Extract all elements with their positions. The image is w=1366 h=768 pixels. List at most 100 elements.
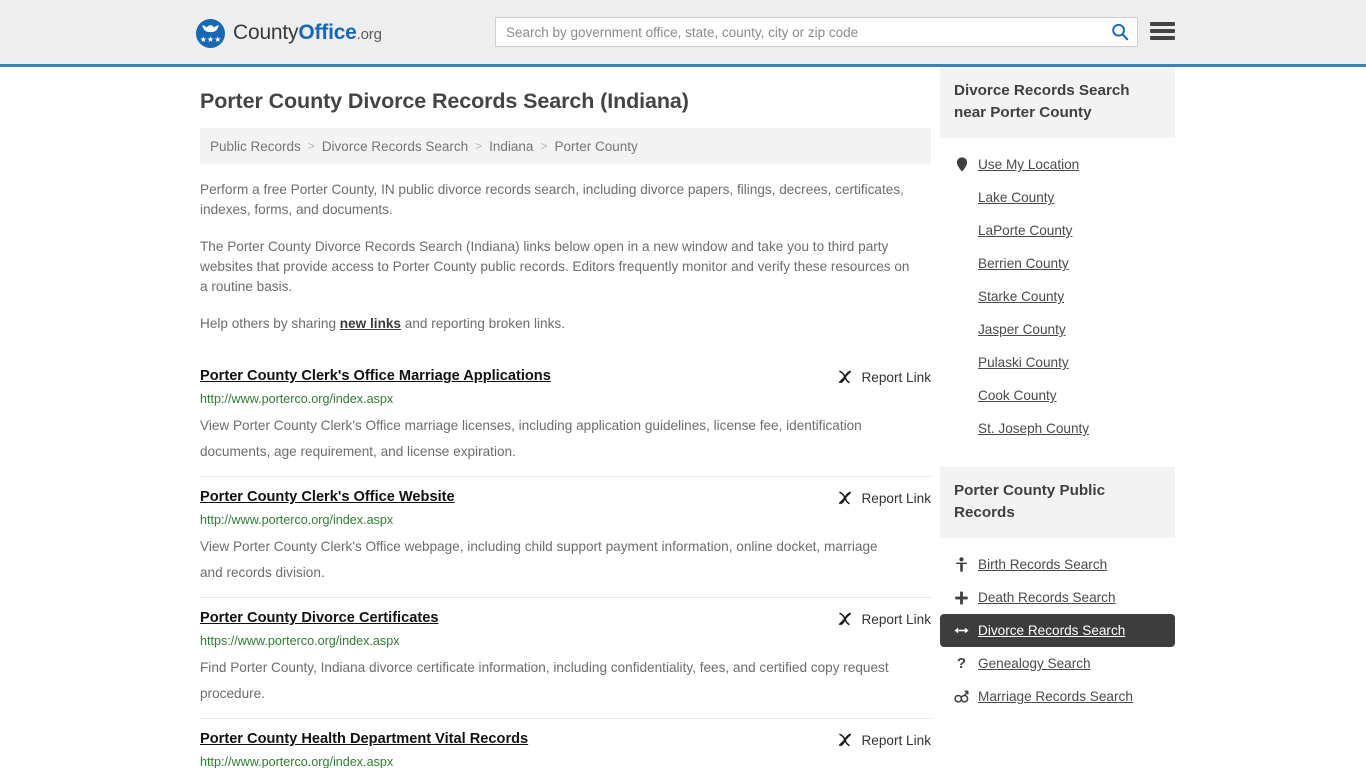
sidebar-record-item-label[interactable]: Birth Records Search (978, 557, 1107, 572)
question-mark-icon: ? (954, 656, 969, 671)
sidebar-nearby-item-label[interactable]: Use My Location (978, 157, 1079, 172)
left-right-arrow-icon (954, 625, 969, 636)
sidebar-nearby-item[interactable]: Cook County (940, 379, 1175, 412)
intro-p3-before: Help others by sharing (200, 316, 340, 331)
result-title-link[interactable]: Porter County Clerk's Office Website (200, 489, 455, 506)
breadcrumb: Public Records > Divorce Records Search … (200, 128, 931, 164)
report-link-button[interactable]: Report Link (837, 369, 931, 385)
baby-icon (954, 557, 969, 572)
map-pin-icon (954, 157, 969, 172)
search-icon (1112, 23, 1129, 41)
male-female-icon (954, 690, 969, 703)
sidebar-nearby-item[interactable]: Lake County (940, 181, 1175, 214)
result-description: View Porter County Clerk's Office marria… (200, 418, 862, 459)
content-container: Porter County Divorce Records Search (In… (191, 67, 1175, 768)
search-button[interactable] (1103, 18, 1137, 46)
result-header: Porter County Health Department Vital Re… (200, 731, 931, 748)
result-url[interactable]: http://www.porterco.org/index.aspx (200, 513, 931, 528)
hamburger-bar-3 (1150, 36, 1175, 40)
sidebar-record-item-label[interactable]: Marriage Records Search (978, 689, 1133, 704)
sidebar-nearby-item[interactable]: Use My Location (940, 148, 1175, 181)
result-header: Porter County Clerk's Office Marriage Ap… (200, 368, 931, 385)
results-list: Porter County Clerk's Office Marriage Ap… (200, 354, 931, 768)
broken-link-icon (839, 491, 852, 505)
sidebar-record-item-label[interactable]: Divorce Records Search (978, 623, 1125, 638)
map-pin-icon (956, 157, 967, 172)
site-header: ★★★ CountyOffice.org (0, 0, 1366, 67)
sidebar-nearby-item[interactable]: Jasper County (940, 313, 1175, 346)
sidebar-nearby-item-label[interactable]: Starke County (978, 289, 1064, 304)
sidebar-record-item[interactable]: Death Records Search (940, 581, 1175, 614)
sidebar-nearby-item[interactable]: Pulaski County (940, 346, 1175, 379)
cross-icon (954, 591, 969, 605)
sidebar-public-records-section: Porter County Public Records Birth Recor… (940, 467, 1175, 713)
report-link-button[interactable]: Report Link (837, 611, 931, 627)
breadcrumb-item-0[interactable]: Public Records (210, 139, 301, 154)
sidebar-nearby-item-label[interactable]: LaPorte County (978, 223, 1072, 238)
sidebar-record-item[interactable]: Marriage Records Search (940, 680, 1175, 713)
sidebar-public-records-list: Birth Records Search Death Records Search… (940, 548, 1175, 713)
sidebar-record-item[interactable]: Birth Records Search (940, 548, 1175, 581)
breadcrumb-separator-1: > (475, 139, 483, 153)
sidebar: Divorce Records Search near Porter Count… (940, 67, 1175, 713)
breadcrumb-item-1[interactable]: Divorce Records Search (322, 139, 468, 154)
sidebar-public-records-heading: Porter County Public Records (940, 467, 1175, 538)
sidebar-record-item-active[interactable]: Divorce Records Search (940, 614, 1175, 647)
broken-link-icon (839, 370, 852, 384)
result-url[interactable]: https://www.porterco.org/index.aspx (200, 634, 931, 649)
logo-text-org: .org (356, 26, 382, 43)
baby-icon (955, 557, 968, 572)
report-link-label: Report Link (861, 369, 931, 385)
sidebar-nearby-item[interactable]: Berrien County (940, 247, 1175, 280)
result-header: Porter County Clerk's Office Website Repo… (200, 489, 931, 506)
breadcrumb-item-3[interactable]: Porter County (554, 139, 637, 154)
sidebar-record-item-label[interactable]: Death Records Search (978, 590, 1116, 605)
result-description: View Porter County Clerk's Office webpag… (200, 539, 878, 580)
sidebar-nearby-section: Divorce Records Search near Porter Count… (940, 67, 1175, 445)
report-link-button[interactable]: Report Link (837, 490, 931, 506)
stars-glyph: ★★★ (199, 34, 222, 44)
result-item: Porter County Clerk's Office Website Repo… (200, 477, 931, 598)
intro-paragraph-2: The Porter County Divorce Records Search… (200, 239, 910, 294)
logo-text-office: Office (298, 21, 357, 44)
left-right-arrow-icon (954, 627, 969, 634)
broken-link-icon (839, 612, 852, 626)
result-description: Find Porter County, Indiana divorce cert… (200, 660, 889, 701)
sidebar-nearby-item-label[interactable]: St. Joseph County (978, 421, 1089, 436)
sidebar-nearby-item-label[interactable]: Berrien County (978, 256, 1069, 271)
new-links-link[interactable]: new links (340, 316, 401, 331)
sidebar-nearby-item-label[interactable]: Lake County (978, 190, 1054, 205)
hamburger-menu-icon[interactable] (1150, 20, 1175, 42)
intro-paragraph-1: Perform a free Porter County, IN public … (200, 182, 904, 217)
report-link-button[interactable]: Report Link (837, 732, 931, 748)
search-bar[interactable] (495, 17, 1138, 47)
result-url[interactable]: http://www.porterco.org/index.aspx (200, 392, 931, 407)
result-title-link[interactable]: Porter County Health Department Vital Re… (200, 731, 528, 748)
main-content: Porter County Divorce Records Search (In… (191, 67, 931, 768)
sidebar-nearby-item[interactable]: LaPorte County (940, 214, 1175, 247)
sidebar-record-item[interactable]: ? Genealogy Search (940, 647, 1175, 680)
page-title: Porter County Divorce Records Search (In… (200, 89, 689, 113)
intro-paragraph-3: Help others by sharing new links and rep… (200, 314, 920, 334)
result-url[interactable]: http://www.porterco.org/index.aspx (200, 755, 931, 768)
site-logo[interactable]: ★★★ CountyOffice.org (196, 18, 382, 48)
breadcrumb-separator-2: > (540, 139, 548, 153)
broken-link-icon (839, 733, 852, 747)
result-item: Porter County Clerk's Office Marriage Ap… (200, 354, 931, 477)
sidebar-nearby-list: Use My Location Lake County LaPorte County… (940, 148, 1175, 445)
sidebar-nearby-item[interactable]: St. Joseph County (940, 412, 1175, 445)
report-link-label: Report Link (861, 732, 931, 748)
sidebar-nearby-item-label[interactable]: Jasper County (978, 322, 1066, 337)
result-title-link[interactable]: Porter County Divorce Certificates (200, 610, 438, 627)
sidebar-nearby-item-label[interactable]: Pulaski County (978, 355, 1069, 370)
sidebar-nearby-item-label[interactable]: Cook County (978, 388, 1057, 403)
search-input[interactable] (496, 18, 1103, 46)
sidebar-nearby-item[interactable]: Starke County (940, 280, 1175, 313)
result-item: Porter County Divorce Certificates Report… (200, 598, 931, 719)
result-header: Porter County Divorce Certificates Report… (200, 610, 931, 627)
question-mark-icon: ? (956, 655, 967, 672)
result-title-link[interactable]: Porter County Clerk's Office Marriage Ap… (200, 368, 551, 385)
sidebar-record-item-label[interactable]: Genealogy Search (978, 656, 1091, 671)
report-link-label: Report Link (861, 490, 931, 506)
breadcrumb-item-2[interactable]: Indiana (489, 139, 533, 154)
